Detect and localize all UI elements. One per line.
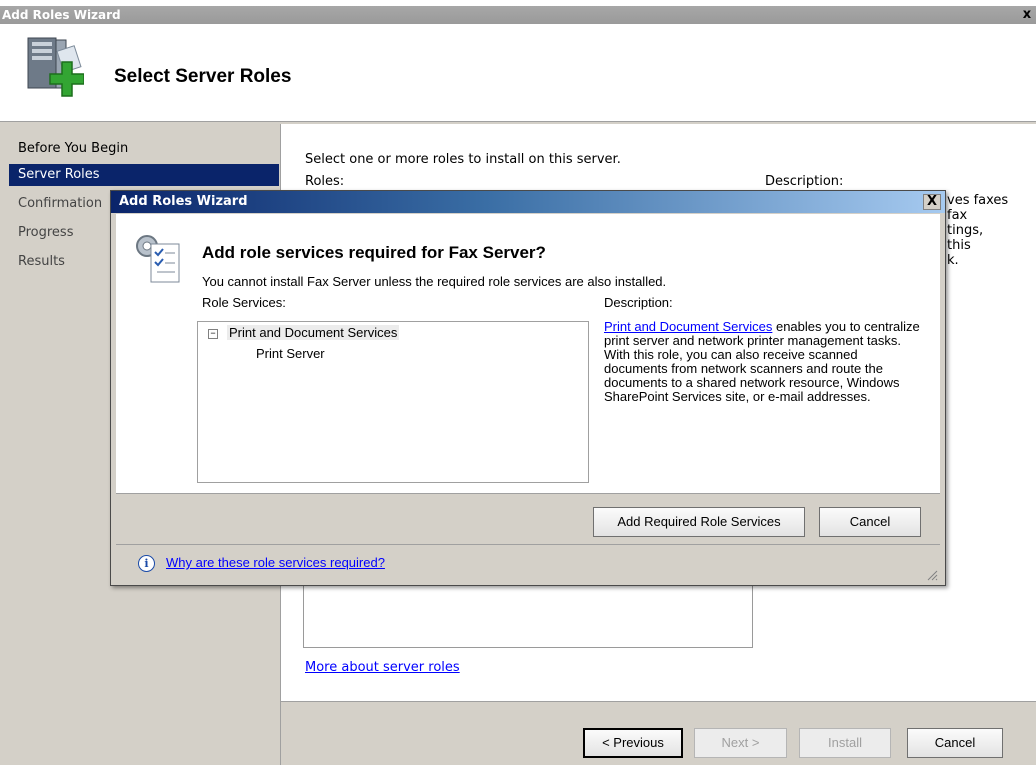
window-title-bar: Add Roles Wizard x — [0, 6, 1036, 24]
print-document-services-link[interactable]: Print and Document Services — [604, 319, 772, 334]
next-button[interactable]: Next > — [694, 728, 787, 758]
dialog-body: Add role services required for Fax Serve… — [116, 214, 940, 494]
install-button[interactable]: Install — [799, 728, 891, 758]
role-services-label: Role Services: — [202, 295, 286, 310]
more-about-server-roles-link[interactable]: More about server roles — [305, 660, 460, 675]
resize-grip-icon[interactable] — [926, 569, 938, 581]
add-role-services-dialog: Add Roles Wizard X Add role services req… — [110, 190, 946, 586]
description-label: Description: — [765, 174, 844, 189]
dialog-subtext: You cannot install Fax Server unless the… — [202, 274, 667, 289]
dialog-button-bar: Add Required Role Services Cancel — [116, 495, 940, 545]
why-required-link[interactable]: Why are these role services required? — [166, 555, 385, 570]
wizard-header: Select Server Roles — [0, 24, 1036, 122]
page-title: Select Server Roles — [114, 66, 292, 87]
tree-node-print-server[interactable]: Print Server — [256, 346, 325, 361]
description-line: fax — [947, 208, 968, 223]
window-title: Add Roles Wizard — [2, 8, 121, 22]
dialog-description: Print and Document Services enables you … — [604, 320, 924, 404]
role-services-tree[interactable]: − Print and Document Services Print Serv… — [197, 321, 589, 483]
description-line: k. — [947, 253, 959, 268]
previous-button[interactable]: < Previous — [583, 728, 683, 758]
dialog-description-label: Description: — [604, 295, 673, 310]
server-add-icon — [27, 37, 84, 97]
window-close-button[interactable]: x — [1020, 7, 1034, 22]
dialog-heading: Add role services required for Fax Serve… — [202, 243, 546, 262]
roles-label: Roles: — [305, 174, 345, 189]
tree-node-label[interactable]: Print and Document Services — [227, 325, 400, 340]
dialog-footer: i Why are these role services required? — [116, 547, 940, 583]
dialog-title: Add Roles Wizard — [119, 194, 248, 209]
dialog-cancel-button[interactable]: Cancel — [819, 507, 921, 537]
description-line: ves faxes — [947, 193, 1009, 208]
description-line: tings, — [947, 223, 984, 238]
instruction-text: Select one or more roles to install on t… — [305, 152, 621, 167]
dialog-close-button[interactable]: X — [923, 194, 941, 210]
cancel-button[interactable]: Cancel — [907, 728, 1003, 758]
description-line: this — [947, 238, 971, 253]
nav-item-before-you-begin[interactable]: Before You Begin — [9, 138, 279, 160]
dialog-title-bar: Add Roles Wizard — [111, 191, 945, 213]
wizard-button-bar: < Previous Next > Install Cancel — [281, 701, 1036, 765]
gear-checklist-icon — [136, 235, 180, 283]
nav-item-server-roles[interactable]: Server Roles — [9, 164, 279, 186]
info-icon: i — [138, 555, 155, 572]
add-required-role-services-button[interactable]: Add Required Role Services — [593, 507, 805, 537]
description-partial-text: ves faxes fax tings, this k. — [947, 193, 1008, 268]
collapse-icon[interactable]: − — [208, 329, 218, 339]
